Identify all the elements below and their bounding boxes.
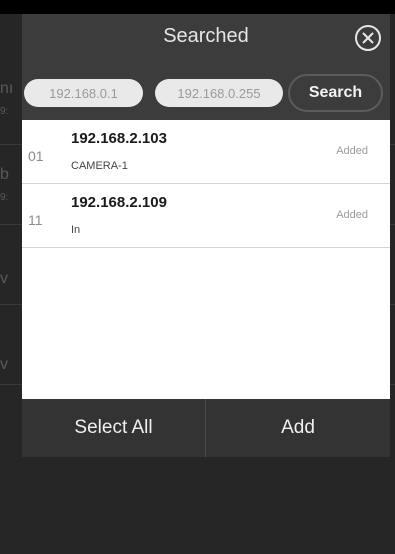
item-status: Added — [336, 145, 368, 157]
background-text: nı — [0, 80, 14, 97]
item-ip-address: 192.168.2.109 — [71, 194, 167, 211]
dialog-footer: Select All Add — [22, 399, 390, 457]
background-text: 9: — [0, 106, 9, 117]
status-bar — [0, 0, 395, 14]
item-device-name: CAMERA-1 — [71, 160, 128, 172]
search-row: Search — [22, 70, 390, 114]
dialog-header: Searched — [22, 14, 390, 64]
background-text: v — [0, 356, 8, 373]
start-ip-input[interactable] — [24, 79, 143, 107]
select-all-button[interactable]: Select All — [22, 399, 205, 457]
item-device-name: In — [71, 224, 81, 236]
searched-dialog: Searched Search 01 192.168.2.103 CAMERA-… — [22, 14, 390, 457]
item-status: Added — [336, 209, 368, 221]
list-item[interactable]: 11 192.168.2.109 In Added — [22, 184, 390, 248]
circle-x-icon — [355, 25, 381, 51]
device-result-list: 01 192.168.2.103 CAMERA-1 Added 11 192.1… — [22, 120, 390, 399]
item-ip-address: 192.168.2.103 — [71, 130, 167, 147]
item-index: 01 — [28, 148, 44, 164]
search-button[interactable]: Search — [288, 74, 383, 112]
dialog-title: Searched — [163, 25, 249, 47]
background-text: b — [0, 166, 9, 183]
item-index: 11 — [28, 212, 43, 228]
background-text: v — [0, 270, 8, 287]
add-button[interactable]: Add — [206, 399, 390, 457]
background-text: 9: — [0, 192, 9, 203]
list-item[interactable]: 01 192.168.2.103 CAMERA-1 Added — [22, 120, 390, 184]
end-ip-input[interactable] — [155, 79, 283, 107]
close-button[interactable] — [354, 24, 382, 52]
